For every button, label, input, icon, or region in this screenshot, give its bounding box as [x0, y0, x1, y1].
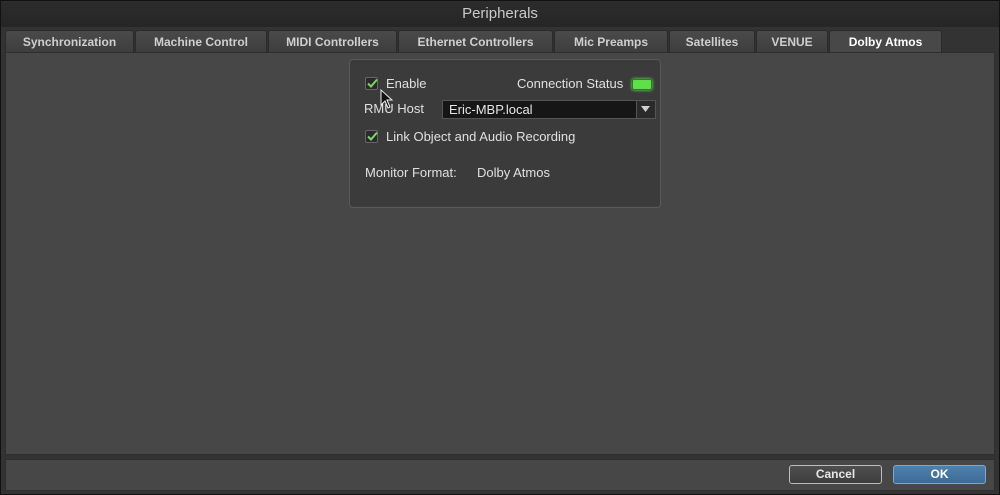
mouse-pointer-icon [380, 89, 394, 109]
tab-bar: Synchronization Machine Control MIDI Con… [5, 30, 995, 52]
rmu-host-value: Eric-MBP.local [449, 102, 533, 117]
tab-synchronization[interactable]: Synchronization [5, 30, 134, 52]
cancel-button[interactable]: Cancel [789, 465, 882, 484]
rmu-host-select[interactable]: Eric-MBP.local [442, 100, 656, 119]
dolby-atmos-panel: Enable Connection Status RMU Host Eric-M… [349, 59, 661, 208]
tab-dolby-atmos[interactable]: Dolby Atmos [829, 30, 942, 52]
window-title: Peripherals [1, 1, 999, 27]
rmu-host-dropdown-button[interactable] [636, 101, 655, 118]
chevron-down-icon [641, 106, 650, 112]
tab-mic-preamps[interactable]: Mic Preamps [554, 30, 668, 52]
connection-status-label: Connection Status [517, 76, 624, 91]
dialog-footer: Cancel OK [5, 459, 995, 491]
tab-machine-control[interactable]: Machine Control [135, 30, 267, 52]
tab-satellites[interactable]: Satellites [669, 30, 755, 52]
tab-venue[interactable]: VENUE [756, 30, 828, 52]
link-recording-label: Link Object and Audio Recording [386, 129, 576, 144]
tab-content: Enable Connection Status RMU Host Eric-M… [5, 52, 995, 455]
tab-ethernet-controllers[interactable]: Ethernet Controllers [398, 30, 553, 52]
monitor-format-value: Dolby Atmos [477, 165, 550, 180]
enable-checkbox[interactable] [365, 77, 378, 90]
peripherals-window: Peripherals Synchronization Machine Cont… [0, 0, 1000, 495]
ok-button[interactable]: OK [893, 465, 986, 484]
checkmark-icon [367, 78, 378, 88]
checkmark-icon [367, 131, 378, 141]
monitor-format-label: Monitor Format: [365, 165, 457, 180]
link-recording-checkbox[interactable] [365, 130, 378, 143]
tab-midi-controllers[interactable]: MIDI Controllers [268, 30, 397, 52]
connection-status-indicator [632, 79, 652, 90]
